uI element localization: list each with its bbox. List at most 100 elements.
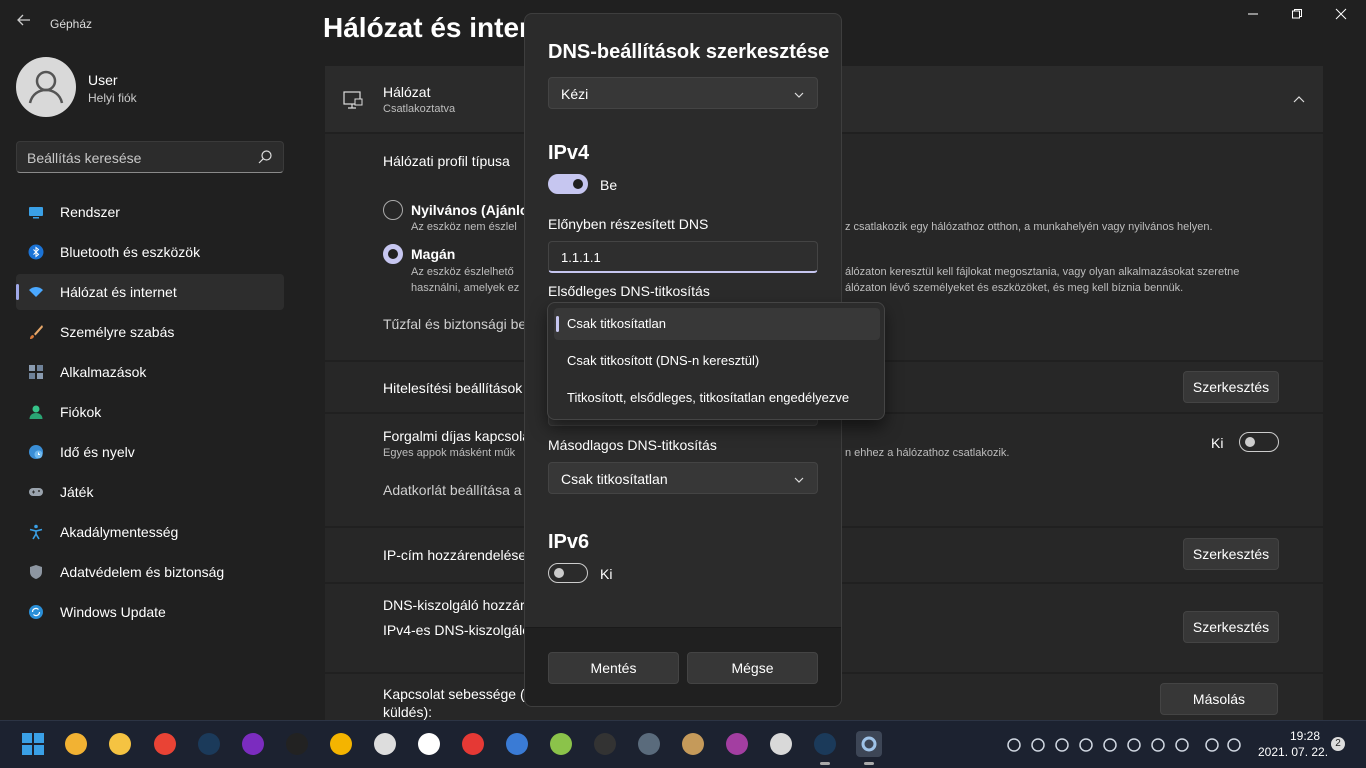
auth-label: Hitelesítési beállítások	[383, 380, 523, 396]
dropdown-option[interactable]: Csak titkosítatlan	[554, 308, 880, 340]
close-button[interactable]	[1326, 8, 1356, 26]
preferred-dns-input[interactable]: 1.1.1.1	[548, 241, 818, 273]
search-icon	[257, 149, 273, 165]
sidebar-item-shield[interactable]: Adatvédelem és biztonság	[16, 554, 284, 590]
ipv6-heading: IPv6	[548, 531, 590, 553]
chevron-down-icon	[793, 473, 805, 485]
private-desc-2-right: álózaton lévő személyeket és eszközöket,…	[845, 282, 1184, 294]
taskbar	[0, 720, 1366, 768]
chrome-icon[interactable]	[152, 731, 178, 757]
tray-ubisoft-icon[interactable]	[1054, 737, 1070, 753]
chevron-up-icon[interactable]	[1293, 93, 1305, 111]
globe-clock-icon	[28, 444, 44, 460]
dns-sub: IPv4-es DNS-kiszolgáló	[383, 622, 531, 638]
shield-icon	[28, 564, 44, 580]
tray-bluestacks-icon[interactable]	[1126, 737, 1142, 753]
sidebar-item-system[interactable]: Rendszer	[16, 194, 284, 230]
accessibility-icon	[28, 524, 44, 540]
private-radio[interactable]	[383, 244, 403, 264]
ea-icon[interactable]	[460, 731, 486, 757]
dropdown-option[interactable]: Titkosított, elsődleges, titkosítatlan e…	[554, 382, 880, 414]
save-button[interactable]: Mentés	[548, 652, 679, 684]
store-icon[interactable]	[63, 731, 89, 757]
tray-display-icon[interactable]	[1204, 737, 1220, 753]
sidebar-item-bluetooth[interactable]: Bluetooth és eszközök	[16, 234, 284, 270]
secondary-encryption-select[interactable]: Csak titkosítatlan	[548, 462, 818, 494]
ubisoft-icon[interactable]	[372, 731, 398, 757]
ip-edit-button[interactable]: Szerkesztés	[1183, 538, 1279, 570]
bluestacks-icon[interactable]	[504, 731, 530, 757]
private-label: Magán	[411, 246, 456, 262]
system-icon	[28, 204, 44, 220]
minimize-button[interactable]	[1238, 8, 1268, 26]
tray-network-icon[interactable]	[1174, 737, 1190, 753]
dns-edit-button[interactable]: Szerkesztés	[1183, 611, 1279, 643]
tray-volume-icon[interactable]	[1226, 737, 1242, 753]
terminal-icon[interactable]	[592, 731, 618, 757]
tray-circle-icon[interactable]	[1006, 737, 1022, 753]
sidebar-item-brush[interactable]: Személyre szabás	[16, 314, 284, 350]
ipv4-toggle[interactable]	[548, 174, 588, 194]
circle-app-icon[interactable]	[240, 731, 266, 757]
steam-icon[interactable]	[196, 731, 222, 757]
primary-encryption-label: Elsődleges DNS-titkosítás	[548, 283, 710, 299]
clock-date[interactable]: 2021. 07. 22.	[1258, 745, 1328, 759]
calculator-icon[interactable]	[636, 731, 662, 757]
firewall-link[interactable]: Tűzfal és biztonsági be	[383, 316, 526, 332]
dialog-title: DNS-beállítások szerkesztése	[548, 41, 830, 63]
sidebar-item-update[interactable]: Windows Update	[16, 594, 284, 630]
steam-icon-2[interactable]	[812, 731, 838, 757]
tray-media-icon[interactable]	[1078, 737, 1094, 753]
option-label: Titkosított, elsődleges, titkosítatlan e…	[567, 390, 850, 405]
sidebar-item-person[interactable]: Fiókok	[16, 394, 284, 430]
paint-icon[interactable]	[724, 731, 750, 757]
media-icon[interactable]	[768, 731, 794, 757]
sidebar-item-wifi[interactable]: Hálózat és internet	[16, 274, 284, 310]
person-icon	[28, 404, 44, 420]
sidebar-item-globe-clock[interactable]: Idő és nyelv	[16, 434, 284, 470]
dropdown-option[interactable]: Csak titkosított (DNS-n keresztül)	[554, 345, 880, 377]
ip-label: IP-cím hozzárendelése:	[383, 547, 531, 563]
public-radio[interactable]	[383, 200, 403, 220]
xbox-icon[interactable]	[416, 731, 442, 757]
ipv6-toggle[interactable]	[548, 563, 588, 583]
option-label: Csak titkosítatlan	[567, 316, 666, 331]
sidebar-item-label: Adatvédelem és biztonság	[60, 564, 225, 580]
secondary-encryption-label: Másodlagos DNS-titkosítás	[548, 437, 717, 453]
settings-icon[interactable]	[856, 731, 882, 757]
option-label: Csak titkosított (DNS-n keresztül)	[567, 353, 760, 368]
apps-icon	[28, 364, 44, 380]
running-indicator	[820, 762, 830, 765]
sidebar-item-apps[interactable]: Alkalmazások	[16, 354, 284, 390]
dialog-footer: Mentés Mégse	[525, 627, 841, 706]
data-limit-link[interactable]: Adatkorlát beállítása a	[383, 482, 522, 498]
auth-edit-button[interactable]: Szerkesztés	[1183, 371, 1279, 403]
public-desc-right: z csatlakozik egy hálózathoz otthon, a m…	[845, 221, 1213, 233]
sidebar-item-gamepad[interactable]: Játék	[16, 474, 284, 510]
search-input[interactable]: Beállítás keresése	[16, 141, 284, 173]
dns-mode-select[interactable]: Kézi	[548, 77, 818, 109]
rockstar-icon[interactable]	[328, 731, 354, 757]
preferred-dns-label: Előnyben részesített DNS	[548, 216, 709, 232]
start-icon[interactable]	[20, 731, 46, 757]
tray-steam-icon[interactable]	[1030, 737, 1046, 753]
tray-defender-icon[interactable]	[1150, 737, 1166, 753]
android-icon[interactable]	[548, 731, 574, 757]
metered-toggle[interactable]	[1239, 432, 1279, 452]
explorer-icon[interactable]	[107, 731, 133, 757]
encryption-dropdown: Csak titkosítatlan Csak titkosított (DNS…	[547, 302, 885, 420]
bluetooth-icon	[28, 244, 44, 260]
maximize-button[interactable]	[1282, 8, 1312, 26]
epic-games-icon[interactable]	[284, 731, 310, 757]
copy-button[interactable]: Másolás	[1160, 683, 1278, 715]
cancel-button[interactable]: Mégse	[687, 652, 818, 684]
sidebar-item-label: Hálózat és internet	[60, 284, 177, 300]
avatar[interactable]	[16, 57, 76, 117]
back-arrow-icon[interactable]	[12, 12, 36, 36]
clock-time[interactable]: 19:28	[1290, 729, 1320, 743]
sidebar-item-accessibility[interactable]: Akadálymentesség	[16, 514, 284, 550]
tray-epic-icon[interactable]	[1102, 737, 1118, 753]
profile-heading: Hálózati profil típusa	[383, 153, 510, 169]
library-icon[interactable]	[680, 731, 706, 757]
notification-badge[interactable]: 2	[1331, 737, 1345, 751]
